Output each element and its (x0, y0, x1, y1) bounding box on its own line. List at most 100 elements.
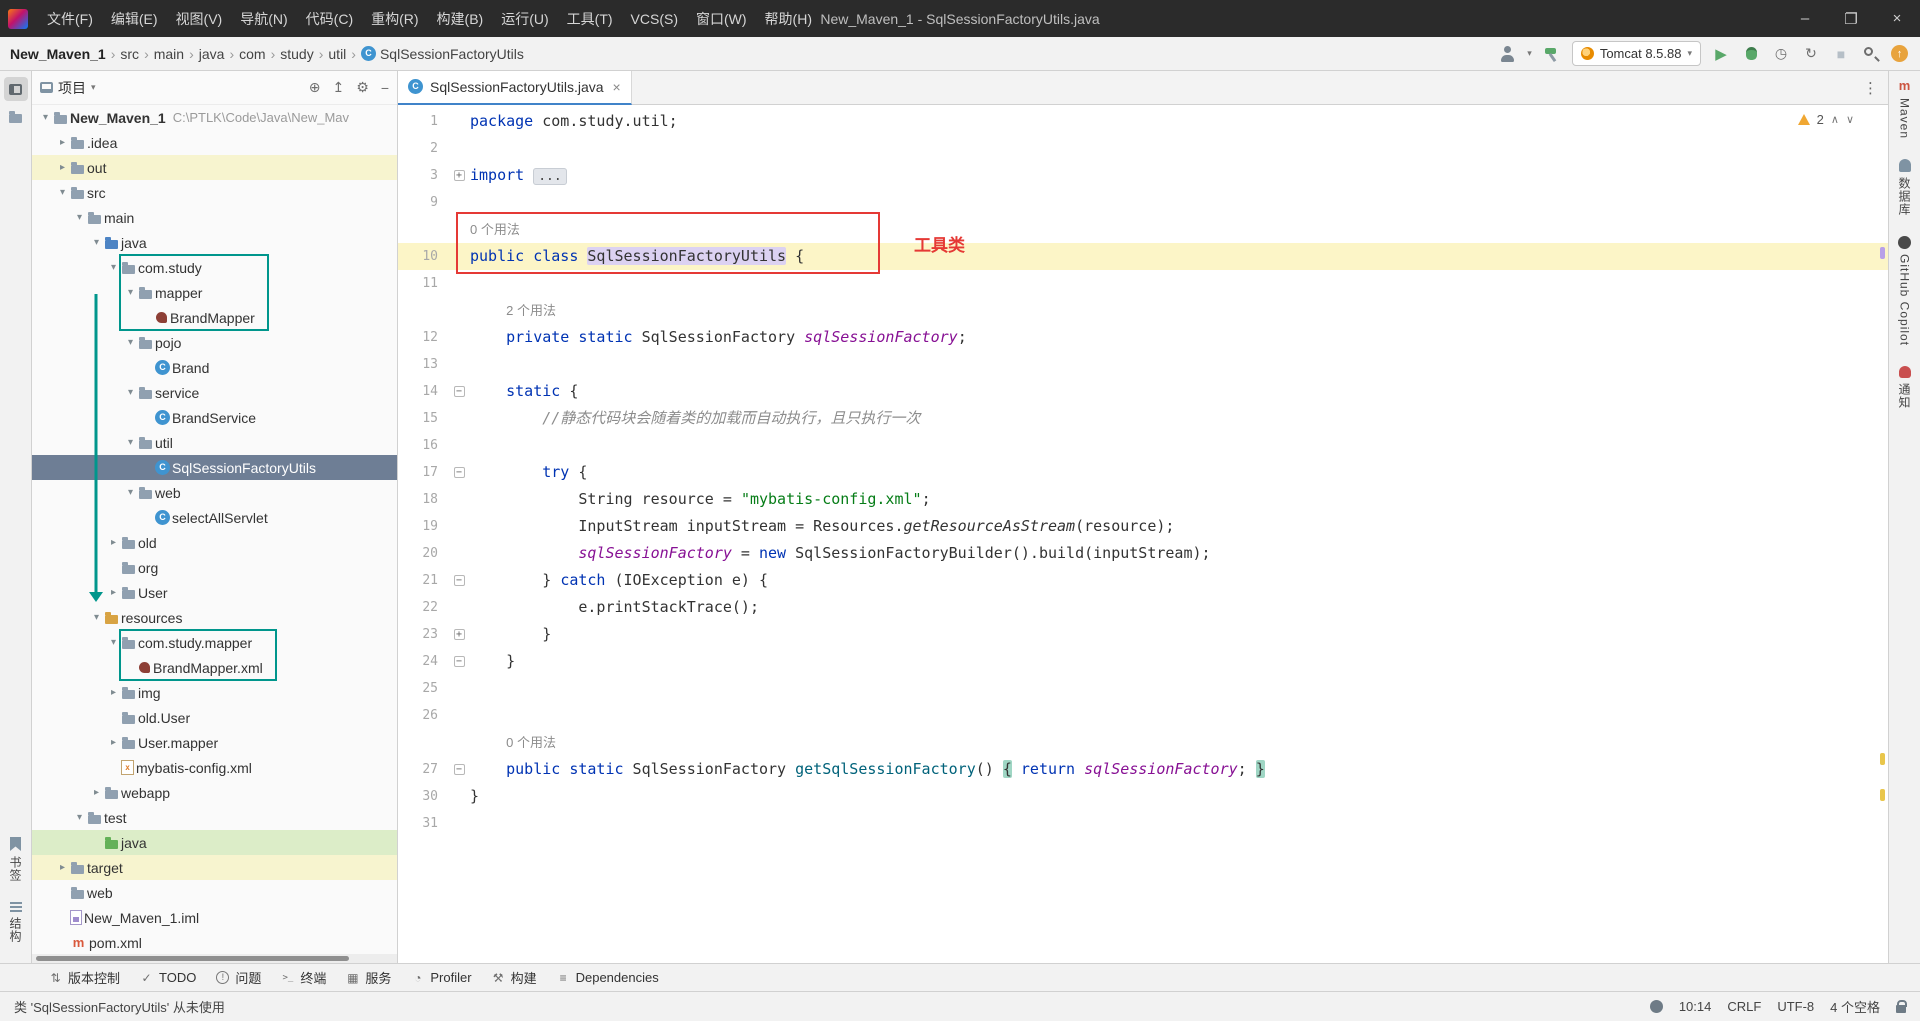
fold-marker[interactable]: − (448, 656, 470, 667)
code-line[interactable]: 30} (398, 783, 1888, 810)
menu-item[interactable]: 视图(V) (167, 0, 232, 37)
close-icon[interactable]: × (613, 79, 621, 95)
stripe-mark-purple[interactable] (1880, 247, 1885, 259)
chevron-right-icon[interactable]: ▸ (55, 162, 70, 173)
chevron-down-icon[interactable]: ▾ (89, 237, 104, 248)
coverage-button[interactable]: ◷ (1771, 44, 1791, 64)
run-button[interactable]: ▶ (1711, 44, 1731, 64)
hide-panel-icon[interactable]: − (381, 80, 389, 96)
code-area[interactable]: 2 ∧ ∨ 1package com.study.util;23+import … (398, 105, 1888, 963)
search-icon[interactable] (1861, 44, 1881, 64)
code-line[interactable]: 3+import ... (398, 162, 1888, 189)
tool-stripe-maven[interactable]: mMaven (1898, 79, 1912, 139)
stripe-mark-yellow[interactable] (1880, 789, 1885, 801)
tree-item-Brand[interactable]: Brand (32, 355, 397, 380)
menu-item[interactable]: 帮助(H) (756, 0, 821, 37)
tool-button-profiler[interactable]: Profiler (402, 964, 480, 991)
run-config-select[interactable]: Tomcat 8.5.88 ▾ (1572, 41, 1701, 66)
chevron-down-icon[interactable]: ▾ (72, 212, 87, 223)
code-line[interactable]: 25 (398, 675, 1888, 702)
code-line[interactable]: 16 (398, 432, 1888, 459)
tool-button-todo[interactable]: TODO (131, 964, 205, 991)
tree-item-mybatis-config.xml[interactable]: mybatis-config.xml (32, 755, 397, 780)
tree-item-pom.xml[interactable]: pom.xml (32, 930, 397, 955)
fold-icon[interactable]: − (454, 656, 465, 667)
fold-marker[interactable]: − (448, 575, 470, 586)
gear-icon[interactable]: ⚙ (356, 79, 369, 96)
tree-item-New_Maven_1[interactable]: ▾New_Maven_1C:\PTLK\Code\Java\New_Mav (32, 105, 397, 130)
code-line[interactable]: 11 (398, 270, 1888, 297)
fold-marker[interactable]: + (448, 629, 470, 640)
collapse-all-icon[interactable]: ↥ (333, 79, 345, 96)
tree-item-main[interactable]: ▾main (32, 205, 397, 230)
fold-icon[interactable]: − (454, 575, 465, 586)
tab-sqlsessionfactoryutils[interactable]: SqlSessionFactoryUtils.java × (398, 71, 632, 105)
code-line[interactable]: 14− static { (398, 378, 1888, 405)
chevron-down-icon[interactable]: ▾ (106, 637, 121, 648)
breadcrumb-item[interactable]: New_Maven_1 (10, 46, 106, 62)
fold-marker[interactable]: − (448, 764, 470, 775)
menu-item[interactable]: 重构(R) (362, 0, 427, 37)
chevron-down-icon[interactable]: ▾ (72, 812, 87, 823)
chevron-down-icon[interactable]: ▾ (55, 187, 70, 198)
event-log-icon[interactable] (1650, 1000, 1663, 1013)
chevron-right-icon[interactable]: ▸ (89, 787, 104, 798)
chevron-down-icon[interactable]: ▾ (123, 287, 138, 298)
chevron-right-icon[interactable]: ▸ (106, 537, 121, 548)
breadcrumb-item[interactable]: com (239, 46, 265, 62)
menu-item[interactable]: 编辑(E) (102, 0, 167, 37)
tool-button-services[interactable]: 服务 (337, 964, 400, 991)
stop-button[interactable]: ■ (1831, 44, 1851, 64)
tree-item-SqlSessionFactoryUtils[interactable]: SqlSessionFactoryUtils (32, 455, 397, 480)
tool-button-problems[interactable]: 问题 (207, 964, 270, 991)
tree-item-BrandService[interactable]: BrandService (32, 405, 397, 430)
tree-item-java[interactable]: ▾java (32, 230, 397, 255)
tool-stripe-database[interactable]: 数据库 (1896, 159, 1913, 216)
chevron-right-icon[interactable]: ▸ (106, 587, 121, 598)
menu-item[interactable]: 代码(C) (297, 0, 362, 37)
chevron-right-icon[interactable]: ▸ (55, 862, 70, 873)
tree-item-User.mapper[interactable]: ▸User.mapper (32, 730, 397, 755)
tool-button-git[interactable]: 版本控制 (40, 964, 129, 991)
menu-item[interactable]: 构建(B) (428, 0, 493, 37)
tree-item-service[interactable]: ▾service (32, 380, 397, 405)
tree-item-old[interactable]: ▸old (32, 530, 397, 555)
chevron-down-icon[interactable]: ▾ (106, 262, 121, 273)
code-line[interactable]: 31 (398, 810, 1888, 837)
inspections-widget[interactable]: 2 ∧ ∨ (1798, 112, 1854, 127)
tree-item-src[interactable]: ▾src (32, 180, 397, 205)
usage-hint[interactable]: 0 个用法 (470, 222, 520, 237)
tree-item-pojo[interactable]: ▾pojo (32, 330, 397, 355)
menu-item[interactable]: 运行(U) (492, 0, 557, 37)
tree-item-target[interactable]: ▸target (32, 855, 397, 880)
code-line[interactable]: 26 (398, 702, 1888, 729)
tree-item-BrandMapper[interactable]: BrandMapper (32, 305, 397, 330)
code-line[interactable]: 9 (398, 189, 1888, 216)
usage-hint[interactable]: 0 个用法 (506, 735, 556, 750)
tool-button-deps[interactable]: Dependencies (548, 964, 668, 991)
code-line[interactable]: 17− try { (398, 459, 1888, 486)
scrollbar-thumb[interactable] (36, 956, 349, 961)
breadcrumb-item[interactable]: src (120, 46, 139, 62)
fold-icon[interactable]: − (454, 386, 465, 397)
tree-item-out[interactable]: ▸out (32, 155, 397, 180)
chevron-down-icon[interactable]: ▾ (91, 82, 96, 93)
restart-button[interactable]: ↻ (1801, 44, 1821, 64)
stripe-mark-yellow[interactable] (1880, 753, 1885, 765)
code-line[interactable]: 13 (398, 351, 1888, 378)
horizontal-scrollbar[interactable] (32, 954, 397, 963)
tool-stripe-copilot[interactable]: GitHub Copilot (1898, 236, 1912, 346)
more-options-icon[interactable]: ⋮ (1863, 79, 1878, 97)
code-line[interactable]: 20 sqlSessionFactory = new SqlSessionFac… (398, 540, 1888, 567)
line-separator-widget[interactable]: CRLF (1727, 999, 1761, 1014)
debug-button[interactable] (1741, 44, 1761, 64)
code-line[interactable]: 21− } catch (IOException e) { (398, 567, 1888, 594)
minimize-button[interactable]: – (1782, 0, 1828, 37)
code-line[interactable]: 12 private static SqlSessionFactory sqlS… (398, 324, 1888, 351)
tree-item-webapp[interactable]: ▸webapp (32, 780, 397, 805)
panel-title[interactable]: 项目 (58, 78, 86, 98)
tree-item-img[interactable]: ▸img (32, 680, 397, 705)
usage-hint[interactable]: 2 个用法 (506, 303, 556, 318)
menu-item[interactable]: 工具(T) (558, 0, 622, 37)
close-button[interactable]: × (1874, 0, 1920, 37)
